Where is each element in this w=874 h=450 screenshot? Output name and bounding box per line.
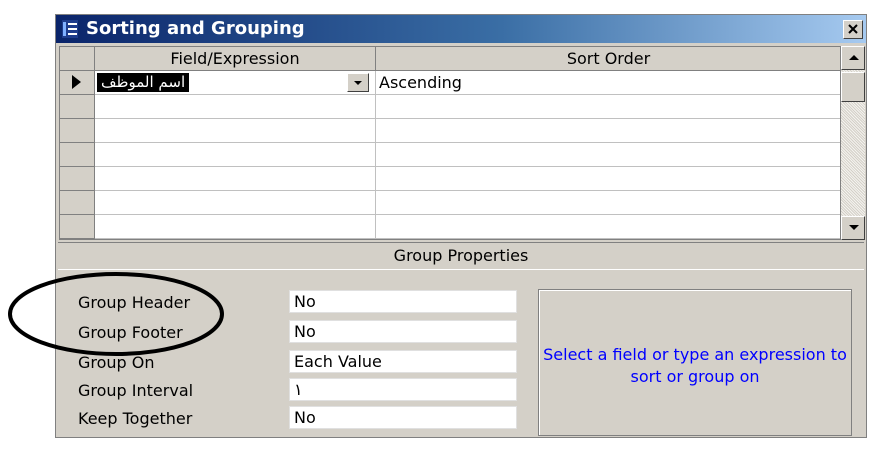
grid-corner <box>60 47 95 71</box>
sorting-grid: Field/Expression Sort Order اسم الموظف A… <box>59 46 841 240</box>
keep-together-label: Keep Together <box>78 409 193 428</box>
field-expression-cell[interactable] <box>95 167 376 191</box>
close-button[interactable] <box>843 20 863 39</box>
column-header-field-expression[interactable]: Field/Expression <box>95 47 376 71</box>
group-interval-field[interactable]: ١ <box>289 378 517 401</box>
row-selector[interactable] <box>60 71 95 95</box>
keep-together-field[interactable]: No <box>289 406 517 429</box>
field-expression-cell[interactable] <box>95 95 376 119</box>
scroll-thumb[interactable] <box>841 72 865 102</box>
sort-order-cell[interactable] <box>376 95 840 119</box>
field-expression-cell[interactable]: اسم الموظف <box>95 71 376 95</box>
field-dropdown-button[interactable] <box>347 73 369 92</box>
column-header-sort-order[interactable]: Sort Order <box>376 47 840 71</box>
window-title: Sorting and Grouping <box>86 18 305 39</box>
arrow-down-icon <box>849 225 859 230</box>
row-selector[interactable] <box>60 95 95 119</box>
field-expression-cell[interactable] <box>95 215 376 239</box>
close-icon <box>848 24 858 34</box>
row-selector[interactable] <box>60 167 95 191</box>
chevron-down-icon <box>354 81 362 85</box>
group-interval-label: Group Interval <box>78 381 194 400</box>
field-expression-cell[interactable] <box>95 143 376 167</box>
arrow-up-icon <box>849 55 859 60</box>
group-header-label: Group Header <box>78 293 191 312</box>
row-selector[interactable] <box>60 191 95 215</box>
sort-order-cell[interactable]: Ascending <box>376 71 840 95</box>
group-on-label: Group On <box>78 353 155 372</box>
help-text: Select a field or type an expression to … <box>543 345 847 386</box>
row-selector[interactable] <box>60 143 95 167</box>
field-expression-value: اسم الموظف <box>97 73 190 92</box>
sort-order-cell[interactable] <box>376 167 840 191</box>
help-panel: Select a field or type an expression to … <box>538 289 852 436</box>
sort-order-cell[interactable] <box>376 143 840 167</box>
sorting-grouping-icon <box>62 20 78 38</box>
field-expression-cell[interactable] <box>95 191 376 215</box>
group-on-field[interactable]: Each Value <box>289 350 517 373</box>
sorting-grouping-dialog: Sorting and Grouping Field/Expression So… <box>55 14 867 438</box>
sort-order-cell[interactable] <box>376 215 840 239</box>
vertical-scrollbar[interactable] <box>841 46 865 240</box>
group-properties-heading: Group Properties <box>58 242 864 270</box>
row-selector[interactable] <box>60 215 95 239</box>
group-footer-field[interactable]: No <box>289 320 517 343</box>
group-footer-label: Group Footer <box>78 323 183 342</box>
group-header-field[interactable]: No <box>289 290 517 313</box>
row-selector[interactable] <box>60 119 95 143</box>
sort-order-cell[interactable] <box>376 119 840 143</box>
current-record-arrow-icon <box>72 75 81 89</box>
scroll-up-button[interactable] <box>841 46 865 70</box>
scroll-down-button[interactable] <box>841 216 865 240</box>
field-expression-cell[interactable] <box>95 119 376 143</box>
title-bar[interactable]: Sorting and Grouping <box>56 15 866 43</box>
sort-order-cell[interactable] <box>376 191 840 215</box>
